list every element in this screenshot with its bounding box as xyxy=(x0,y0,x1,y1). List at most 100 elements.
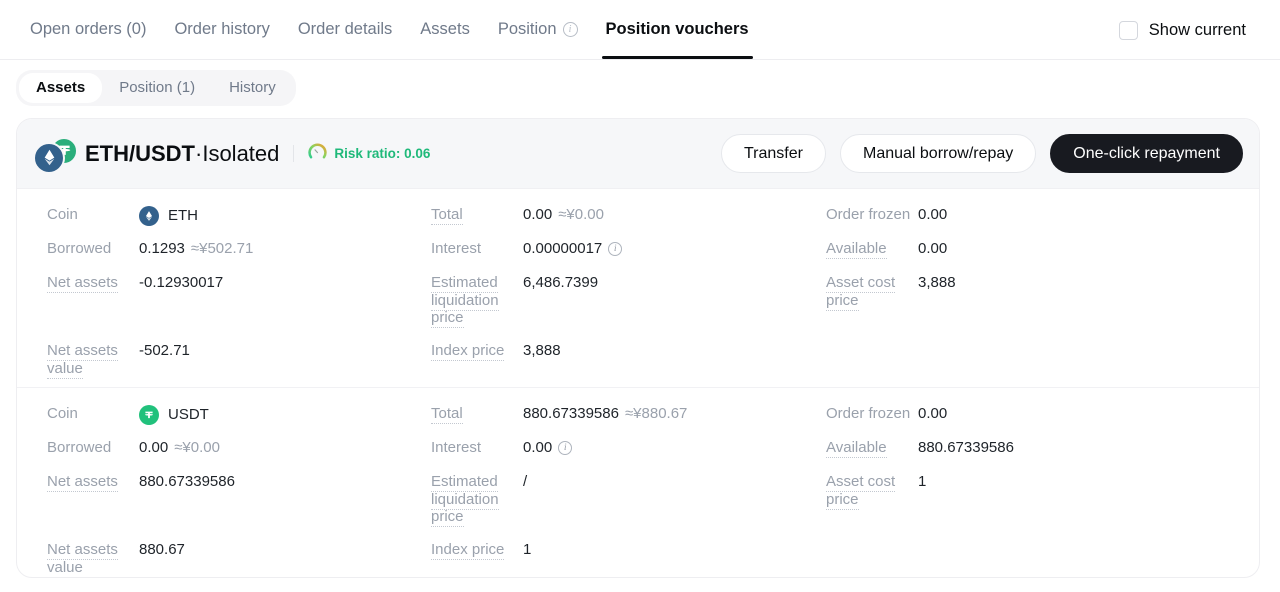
field-value-main: 0.00 xyxy=(523,206,553,223)
field-value: 0.00 ≈¥0.00 xyxy=(139,438,220,457)
asset-row: Coin ETH Borrowed 0.1293 ≈¥502.71 Net assets -… xyxy=(17,189,1259,387)
asset-column-middle: Total 0.00 ≈¥0.00 Interest 0.00000017 i Estima… xyxy=(431,205,826,377)
asset-row-list: Coin ETH Borrowed 0.1293 ≈¥502.71 Net assets -… xyxy=(17,189,1259,577)
field-value-main: 880.67339586 xyxy=(918,439,1014,456)
manual-borrow-repay-button[interactable]: Manual borrow/repay xyxy=(839,134,1037,173)
asset-row-columns: Coin ETH Borrowed 0.1293 ≈¥502.71 Net assets -… xyxy=(17,205,1259,379)
pair-icon-group xyxy=(33,136,81,174)
field-value-main: 1 xyxy=(523,541,532,558)
pair-title: ETH/USDT·Isolated xyxy=(85,141,279,167)
field-order-frozen: Order frozen 0.00 xyxy=(826,205,1221,239)
field-label[interactable]: Estimated liquidation price xyxy=(431,273,523,328)
top-tab-open-orders-0[interactable]: Open orders (0) xyxy=(16,0,160,59)
field-net-assets-value: Net assets value 880.67 xyxy=(47,540,431,577)
field-label: Interest xyxy=(431,240,482,257)
field-label[interactable]: Net assets value xyxy=(47,341,139,379)
field-index-price: Index price 3,888 xyxy=(431,341,826,375)
header-divider xyxy=(293,145,295,162)
field-value: 1 xyxy=(523,540,531,559)
card-action-buttons: Transfer Manual borrow/repay One-click rep… xyxy=(721,134,1243,173)
field-value-approx: ≈¥0.00 xyxy=(174,439,220,456)
top-tab-assets[interactable]: Assets xyxy=(406,0,484,59)
sub-tab-assets[interactable]: Assets xyxy=(19,73,103,103)
field-label: Borrowed xyxy=(47,439,112,456)
field-coin: Coin ETH xyxy=(47,205,431,239)
field-label[interactable]: Estimated liquidation price xyxy=(431,472,523,527)
field-interest: Interest 0.00000017 i xyxy=(431,239,826,273)
field-label: Borrowed xyxy=(47,240,112,257)
coin-cell: ETH xyxy=(139,206,198,226)
field-label[interactable]: Index price xyxy=(431,341,523,361)
risk-ratio: Risk ratio: 0.06 xyxy=(308,142,430,166)
info-icon[interactable]: i xyxy=(608,241,623,256)
field-label[interactable]: Available xyxy=(826,438,918,458)
field-value: USDT xyxy=(139,404,209,425)
one-click-repayment-button[interactable]: One-click repayment xyxy=(1050,134,1243,173)
field-label: Coin xyxy=(47,405,78,422)
eth-icon xyxy=(139,206,159,226)
field-interest: Interest 0.00 i xyxy=(431,438,826,472)
field-value: 880.67 xyxy=(139,540,185,559)
pair-symbol: ETH/USDT xyxy=(85,140,195,166)
top-tab-label: Order details xyxy=(297,20,393,38)
risk-ratio-label: Risk ratio: 0.06 xyxy=(334,146,431,161)
field-value: 0.00 xyxy=(918,239,947,258)
field-value-main: -502.71 xyxy=(139,342,190,359)
field-value-main: 3,888 xyxy=(523,342,561,359)
sub-tab-history[interactable]: History xyxy=(212,73,293,103)
field-label: Coin xyxy=(47,206,78,223)
field-value-main: 6,486.7399 xyxy=(523,274,599,291)
field-label[interactable]: Asset cost price xyxy=(826,472,918,510)
transfer-button[interactable]: Transfer xyxy=(721,134,826,173)
field-label[interactable]: Total xyxy=(431,404,523,424)
field-available: Available 0.00 xyxy=(826,239,1221,273)
field-value-main: 0.00 xyxy=(523,439,553,456)
field-value: / xyxy=(523,472,527,491)
field-estimated-liquidation-price: Estimated liquidation price 6,486.7399 xyxy=(431,273,826,341)
field-value: 880.67339586 xyxy=(139,472,235,491)
info-icon[interactable]: i xyxy=(562,22,578,37)
asset-column-right: Order frozen 0.00 Available 880.67339586 Ass… xyxy=(826,404,1221,576)
field-asset-cost-price: Asset cost price 1 xyxy=(826,472,1221,540)
field-value-main: 880.67 xyxy=(139,541,185,558)
info-icon[interactable]: i xyxy=(558,440,573,455)
field-label: Order frozen xyxy=(826,206,911,223)
field-label[interactable]: Asset cost price xyxy=(826,273,918,311)
field-label[interactable]: Total xyxy=(431,205,523,225)
field-value: ETH xyxy=(139,205,198,226)
show-current-toggle[interactable]: Show current xyxy=(1118,0,1246,60)
field-value-approx: ≈¥502.71 xyxy=(190,240,254,257)
field-label[interactable]: Net assets value xyxy=(47,540,139,577)
top-tab-order-details[interactable]: Order details xyxy=(284,0,406,59)
field-label[interactable]: Net assets xyxy=(47,273,139,293)
field-value: 0.00 xyxy=(918,205,947,224)
top-tab-position[interactable]: Position i xyxy=(484,0,592,59)
top-tab-bar: Open orders (0) Order history Order detail… xyxy=(0,0,1280,60)
field-value: -0.12930017 xyxy=(139,273,223,292)
field-label: Interest xyxy=(431,439,482,456)
field-label[interactable]: Available xyxy=(826,239,918,259)
field-label[interactable]: Index price xyxy=(431,540,523,560)
coin-name: USDT xyxy=(168,406,209,424)
field-value-main: 0.00 xyxy=(918,206,948,223)
top-tab-label: Open orders (0) xyxy=(30,20,147,38)
field-value-main: 0.00 xyxy=(139,439,169,456)
top-tab-order-history[interactable]: Order history xyxy=(160,0,283,59)
field-value-main: 0.00 xyxy=(918,405,948,422)
field-value: 0.00 xyxy=(918,404,947,423)
field-value-main: 1 xyxy=(918,473,927,490)
top-tab-position-vouchers[interactable]: Position vouchers xyxy=(592,0,763,59)
top-tab-label: Assets xyxy=(420,20,470,38)
field-value-main: 3,888 xyxy=(918,274,956,291)
eth-icon xyxy=(33,141,65,174)
field-available: Available 880.67339586 xyxy=(826,438,1221,472)
field-coin: Coin USDT xyxy=(47,404,431,438)
field-value-main: 0.00 xyxy=(918,240,948,257)
asset-row-columns: Coin USDT Borrowed 0.00 ≈¥0.00 Net assets 880.… xyxy=(17,404,1259,577)
top-tab-list: Open orders (0) Order history Order detail… xyxy=(0,0,763,59)
asset-column-middle: Total 880.67339586 ≈¥880.67 Interest 0.00 i Es… xyxy=(431,404,826,576)
sub-tab-position-1[interactable]: Position (1) xyxy=(102,73,212,103)
show-current-checkbox[interactable] xyxy=(1118,20,1138,40)
field-value: 3,888 xyxy=(523,341,561,360)
field-label[interactable]: Net assets xyxy=(47,472,139,492)
